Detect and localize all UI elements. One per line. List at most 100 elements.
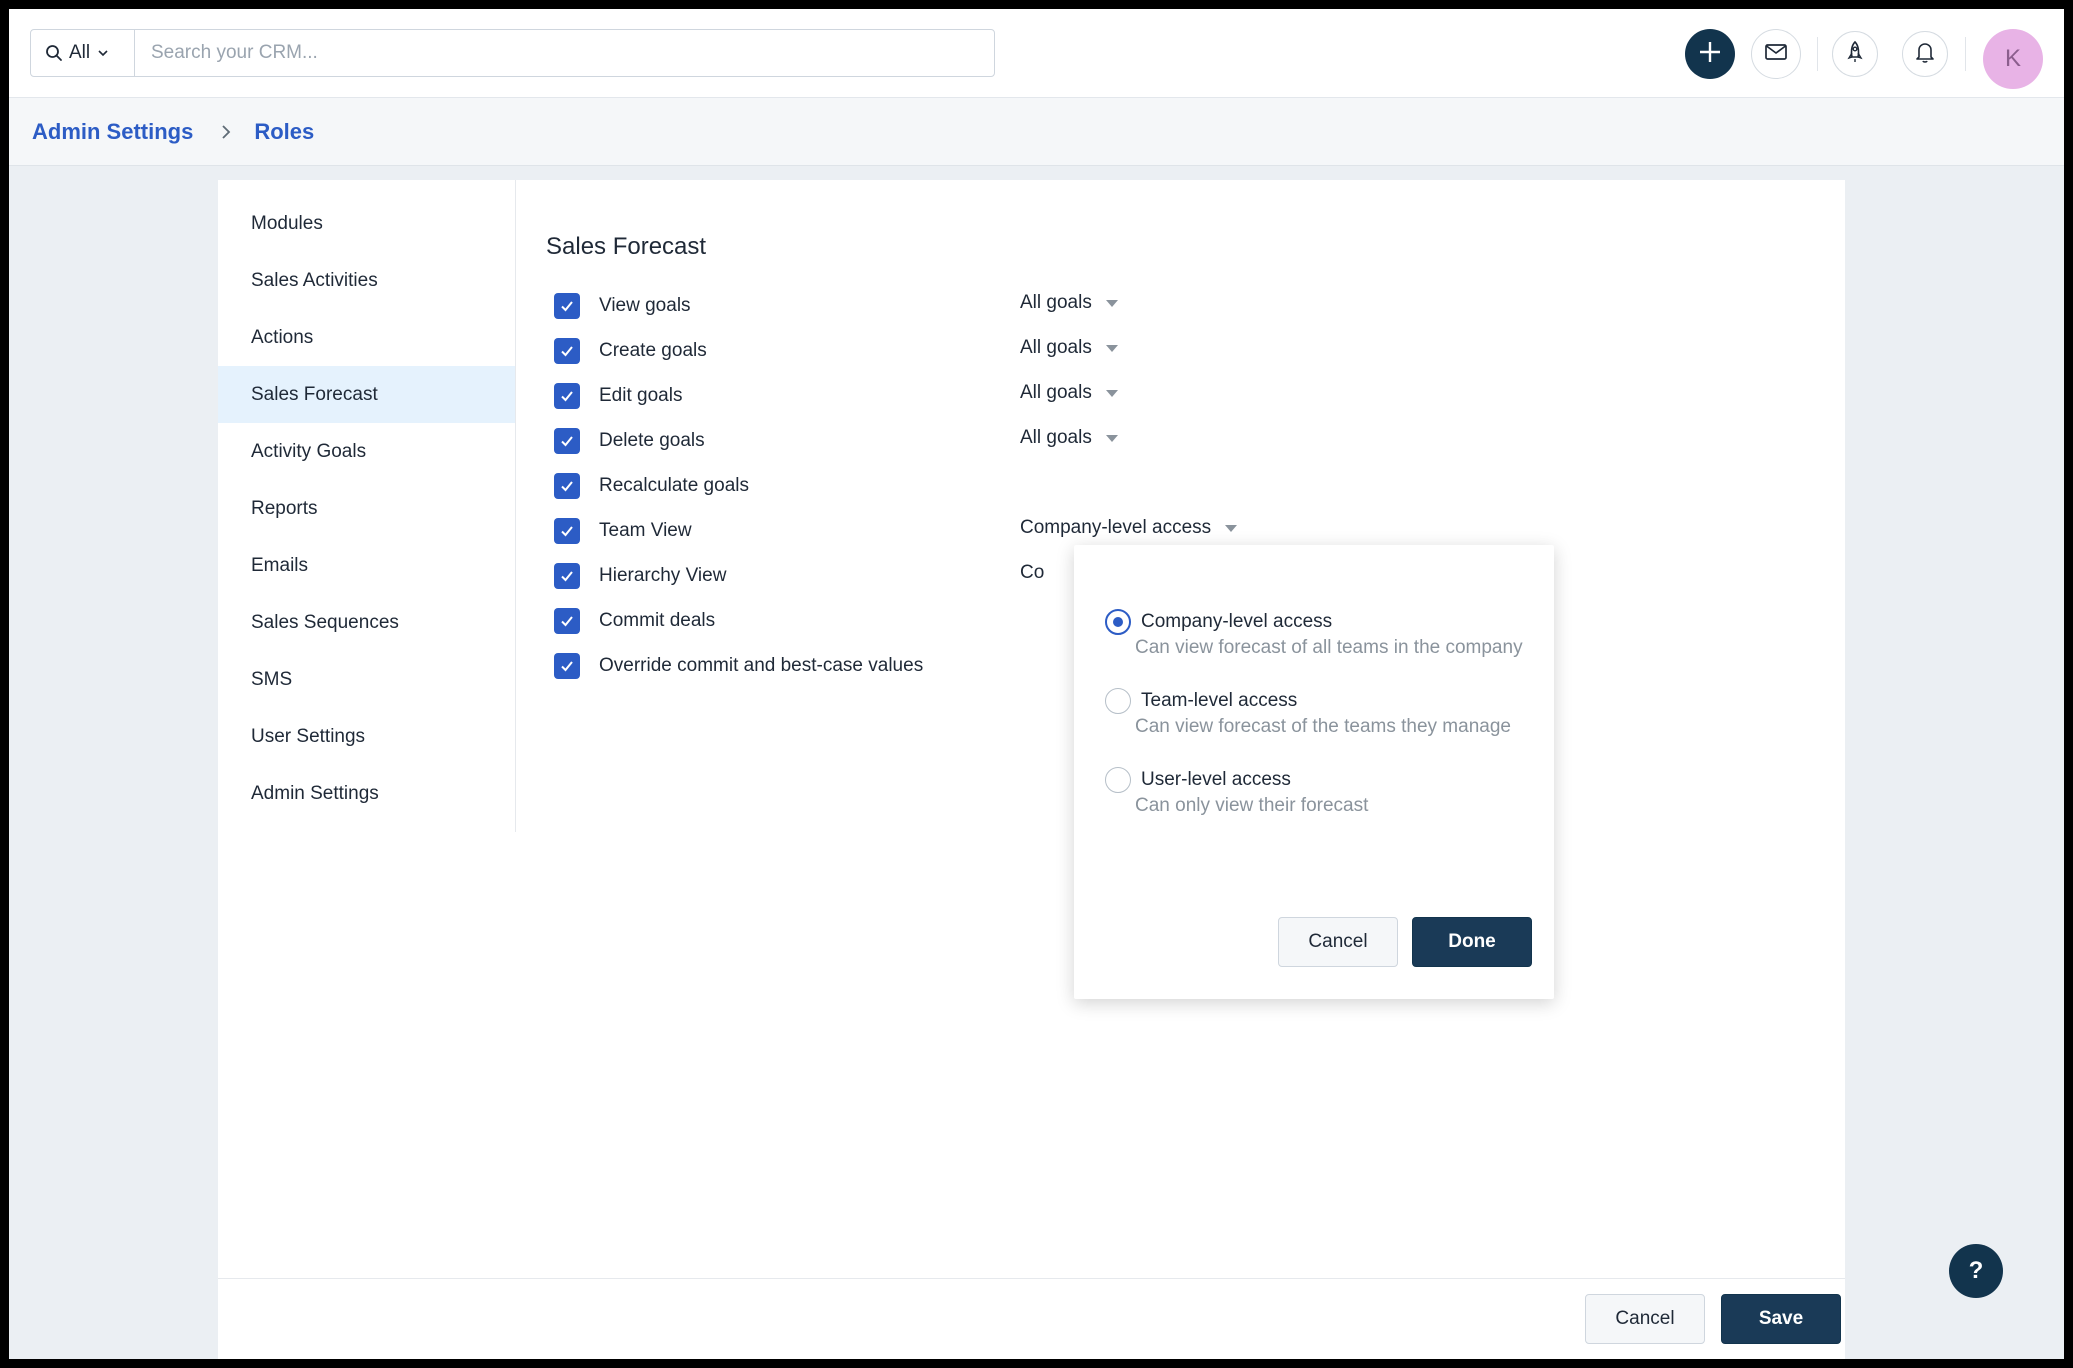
permission-row-create-goals: Create goals	[554, 336, 707, 366]
scope-value: Co	[1020, 562, 1045, 583]
add-button[interactable]	[1685, 29, 1735, 79]
create-goals-checkbox[interactable]	[554, 338, 580, 364]
permission-row-delete-goals: Delete goals	[554, 426, 705, 456]
bell-icon	[1914, 40, 1936, 69]
edit-goals-scope-dropdown[interactable]: All goals	[1020, 378, 1118, 408]
check-icon	[561, 526, 573, 537]
check-icon	[561, 301, 573, 312]
sidebar-item-admin-settings[interactable]: Admin Settings	[218, 765, 515, 822]
permission-label: Team View	[599, 520, 692, 541]
permission-row-team-view: Team View	[554, 516, 692, 546]
sidebar-item-activity-goals[interactable]: Activity Goals	[218, 423, 515, 480]
scope-value: All goals	[1020, 337, 1092, 358]
cancel-button[interactable]: Cancel	[1585, 1294, 1705, 1344]
user-level-radio[interactable]	[1105, 767, 1131, 793]
option-description: Can view forecast of the teams they mana…	[1135, 716, 1511, 737]
form-footer: Cancel Save	[218, 1278, 1845, 1359]
sidebar-item-sales-sequences[interactable]: Sales Sequences	[218, 594, 515, 651]
permission-label: Override commit and best-case values	[599, 655, 924, 676]
team-view-scope-dropdown[interactable]: Company-level access	[1020, 513, 1238, 543]
scope-value: All goals	[1020, 292, 1092, 313]
notifications-button[interactable]	[1902, 31, 1948, 77]
option-label: Team-level access	[1141, 690, 1298, 711]
caret-down-icon	[1105, 389, 1118, 397]
done-button[interactable]: Done	[1412, 917, 1532, 967]
sidebar-item-sales-activities[interactable]: Sales Activities	[218, 252, 515, 309]
breadcrumb: Admin Settings Roles	[9, 98, 2064, 166]
sidebar-item-reports[interactable]: Reports	[218, 480, 515, 537]
permission-label: Recalculate goals	[599, 475, 749, 496]
permission-label: Delete goals	[599, 430, 705, 451]
permission-label: Hierarchy View	[599, 565, 727, 586]
permission-label: View goals	[599, 295, 691, 316]
override-commit-checkbox[interactable]	[554, 653, 580, 679]
check-icon	[561, 436, 573, 447]
sidebar-item-sales-forecast[interactable]: Sales Forecast	[218, 366, 515, 423]
roles-card: Modules Sales Activities Actions Sales F…	[218, 180, 1845, 1359]
permission-row-recalculate-goals: Recalculate goals	[554, 471, 749, 501]
user-avatar[interactable]: K	[1983, 29, 2043, 89]
check-icon	[561, 616, 573, 627]
team-view-checkbox[interactable]	[554, 518, 580, 544]
app-window: All K	[9, 9, 2064, 1359]
hierarchy-view-checkbox[interactable]	[554, 563, 580, 589]
option-description: Can view forecast of all teams in the co…	[1135, 637, 1523, 658]
scope-value: All goals	[1020, 427, 1092, 448]
search-scope-label: All	[69, 42, 91, 63]
recalculate-goals-checkbox[interactable]	[554, 473, 580, 499]
sidebar-item-modules[interactable]: Modules	[218, 195, 515, 252]
team-level-radio[interactable]	[1105, 688, 1131, 714]
chevron-down-icon	[96, 46, 110, 60]
breadcrumb-admin-settings[interactable]: Admin Settings	[32, 119, 193, 145]
option-label: Company-level access	[1141, 611, 1333, 632]
top-bar: All K	[9, 9, 2064, 98]
scope-value: Company-level access	[1020, 517, 1212, 538]
view-goals-scope-dropdown[interactable]: All goals	[1020, 288, 1118, 318]
permission-label: Create goals	[599, 340, 707, 361]
breadcrumb-roles[interactable]: Roles	[254, 119, 314, 145]
create-goals-scope-dropdown[interactable]: All goals	[1020, 333, 1118, 363]
sidebar-item-emails[interactable]: Emails	[218, 537, 515, 594]
search-input[interactable]	[135, 30, 994, 76]
hierarchy-view-scope-dropdown[interactable]: Co	[1020, 558, 1044, 588]
delete-goals-checkbox[interactable]	[554, 428, 580, 454]
view-goals-checkbox[interactable]	[554, 293, 580, 319]
commit-deals-checkbox[interactable]	[554, 608, 580, 634]
caret-down-icon	[1225, 524, 1238, 532]
access-level-popover: Company-level access Can view forecast o…	[1074, 545, 1554, 999]
option-description: Can only view their forecast	[1135, 795, 1369, 816]
check-icon	[561, 346, 573, 357]
save-button[interactable]: Save	[1721, 1294, 1841, 1344]
mail-button[interactable]	[1751, 29, 1801, 79]
global-search: All	[30, 29, 995, 77]
rocket-icon	[1845, 40, 1865, 69]
caret-down-icon	[1105, 344, 1118, 352]
chevron-right-icon	[220, 123, 232, 141]
getting-started-button[interactable]	[1832, 31, 1878, 77]
search-scope-dropdown[interactable]: All	[31, 30, 135, 76]
permission-row-override-commit: Override commit and best-case values	[554, 651, 923, 681]
plus-icon	[1697, 39, 1723, 70]
caret-down-icon	[1105, 299, 1118, 307]
company-level-radio[interactable]	[1105, 609, 1131, 635]
permissions-sidebar: Modules Sales Activities Actions Sales F…	[218, 180, 516, 832]
help-button[interactable]: ?	[1949, 1244, 2003, 1298]
check-icon	[561, 571, 573, 582]
permission-label: Commit deals	[599, 610, 716, 631]
sidebar-item-user-settings[interactable]: User Settings	[218, 708, 515, 765]
edit-goals-checkbox[interactable]	[554, 383, 580, 409]
popover-cancel-button[interactable]: Cancel	[1278, 917, 1398, 967]
sidebar-item-actions[interactable]: Actions	[218, 309, 515, 366]
header-divider	[1965, 37, 1966, 71]
option-label: User-level access	[1141, 769, 1291, 790]
section-title: Sales Forecast	[546, 233, 707, 260]
sidebar-item-sms[interactable]: SMS	[218, 651, 515, 708]
permission-row-commit-deals: Commit deals	[554, 606, 715, 636]
header-divider	[1817, 37, 1818, 71]
permission-row-hierarchy-view: Hierarchy View	[554, 561, 726, 591]
permission-label: Edit goals	[599, 385, 683, 406]
delete-goals-scope-dropdown[interactable]: All goals	[1020, 423, 1118, 453]
mail-icon	[1764, 42, 1788, 67]
scope-value: All goals	[1020, 382, 1092, 403]
check-icon	[561, 481, 573, 492]
